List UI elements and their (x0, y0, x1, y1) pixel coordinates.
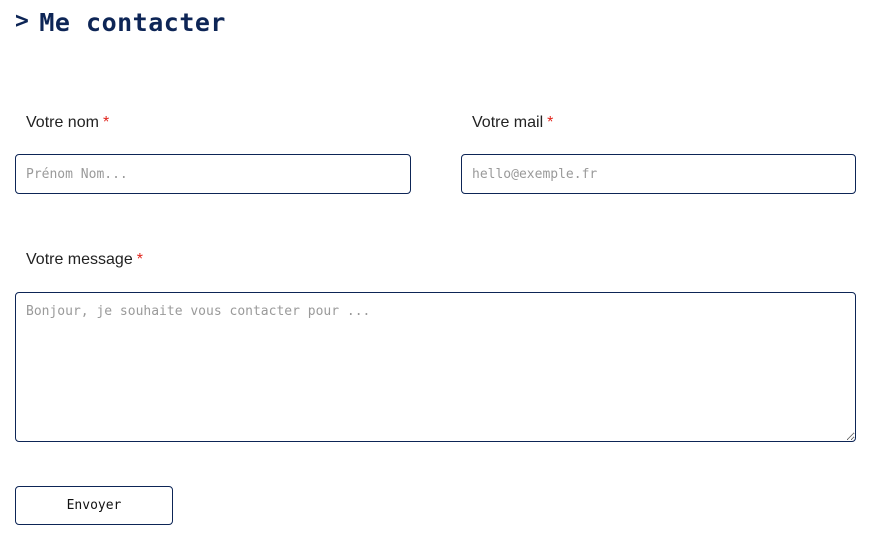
message-field-label: Votre message * (26, 251, 143, 269)
message-label-text: Votre message (26, 251, 133, 268)
required-asterisk: * (547, 114, 554, 131)
name-input[interactable] (15, 154, 411, 194)
name-label-text: Votre nom (26, 114, 99, 131)
email-input[interactable] (461, 154, 856, 194)
required-asterisk: * (102, 114, 110, 131)
message-textarea[interactable] (15, 292, 856, 442)
required-asterisk: * (136, 251, 143, 268)
send-button[interactable]: Envoyer (15, 486, 173, 525)
email-label-text: Votre mail (472, 114, 544, 131)
page-title-text: Me contacter (39, 7, 226, 37)
page-title: > Me contacter (15, 6, 226, 38)
name-field-label: Votre nom * (26, 114, 109, 132)
chevron-right-icon: > (15, 8, 30, 34)
email-field-label: Votre mail * (472, 114, 553, 132)
